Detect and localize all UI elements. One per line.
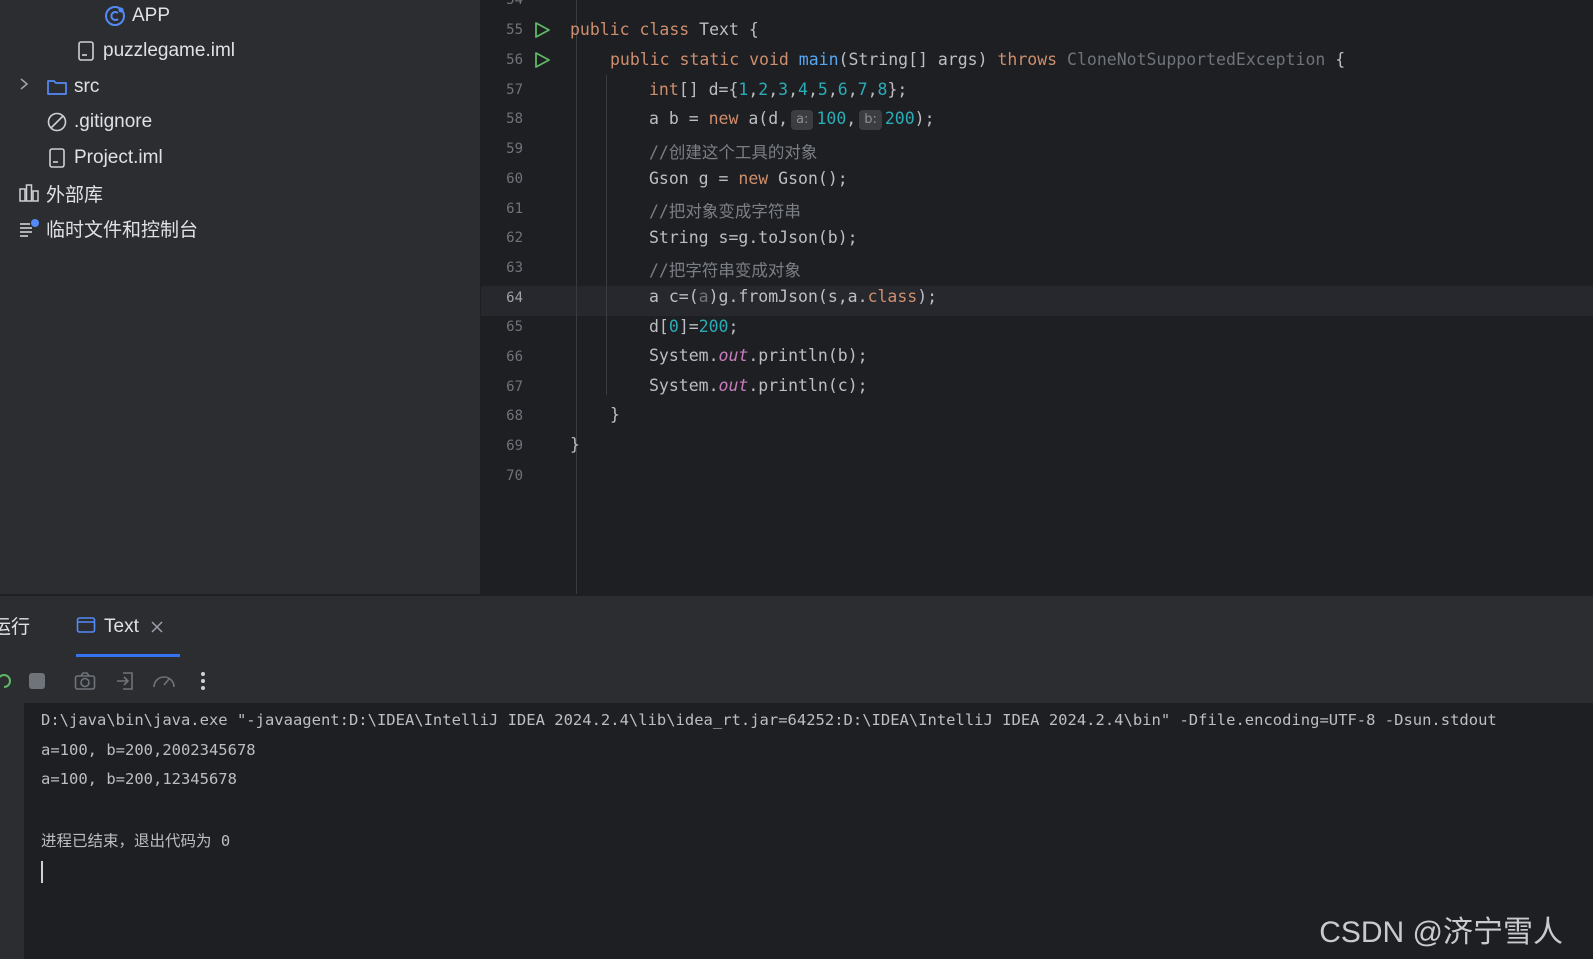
tab-active-indicator (76, 654, 180, 657)
code-line-64: a c=(a)g.fromJson(s,a.class); (649, 287, 938, 306)
line-number: 66 (506, 349, 523, 365)
line-number: 68 (506, 408, 523, 424)
tree-item-label: Project.iml (74, 147, 163, 168)
line-number-current: 64 (506, 290, 523, 306)
line-number: 62 (506, 230, 523, 246)
line-gutter: 54 55 56 57 58 59 60 61 62 63 64 65 66 6… (481, 0, 577, 594)
code-line-67: System.out.println(c); (649, 376, 868, 395)
console-icon (76, 616, 96, 639)
rerun-icon[interactable] (0, 669, 16, 693)
tree-item-src[interactable]: src (46, 71, 99, 103)
code-line-68: } (610, 405, 620, 424)
tree-item-label: 临时文件和控制台 (46, 219, 199, 241)
run-tab-bar: 运行 Text (0, 595, 1593, 658)
more-options-icon[interactable] (191, 669, 215, 693)
line-number: 60 (506, 171, 523, 187)
console-side-toolbar (0, 703, 24, 959)
tree-item-label: src (74, 76, 100, 97)
tree-item-label: APP (132, 5, 171, 26)
run-panel-title: 运行 (0, 617, 31, 638)
close-icon[interactable] (151, 617, 163, 638)
tree-item-label: puzzlegame.iml (103, 40, 235, 61)
console-line: a=100, b=200,2002345678 (41, 741, 256, 759)
chevron-right-icon[interactable] (18, 77, 30, 96)
camera-icon[interactable] (73, 669, 97, 693)
indent-guide (606, 75, 607, 395)
tab-text[interactable]: Text (76, 600, 180, 654)
tree-item-external-libraries[interactable]: 外部库 (18, 177, 103, 209)
code-line-63: //把字符串变成对象 (649, 261, 801, 280)
run-panel: 运行 Text D:\java\bin\java.exe "-javaagent… (0, 595, 1593, 959)
stop-icon[interactable] (25, 669, 49, 693)
code-line-69: } (570, 435, 580, 454)
line-number: 63 (506, 260, 523, 276)
line-number: 55 (506, 22, 523, 38)
line-number: 67 (506, 379, 523, 395)
code-line-61: //把对象变成字符串 (649, 202, 801, 221)
tree-item-app[interactable]: APP (104, 0, 170, 32)
line-number: 61 (506, 201, 523, 217)
line-number: 69 (506, 438, 523, 454)
code-line-65: d[0]=200; (649, 317, 739, 336)
run-class-icon[interactable] (533, 21, 551, 39)
line-number: 70 (506, 468, 523, 484)
project-tree: APP puzzlegame.iml src .gitignore Projec… (0, 0, 481, 594)
file-icon (75, 40, 97, 62)
current-line-highlight (481, 286, 1593, 316)
line-number: 57 (506, 82, 523, 98)
code-editor[interactable]: 54 55 56 57 58 59 60 61 62 63 64 65 66 6… (481, 0, 1593, 594)
profiler-icon[interactable] (152, 669, 176, 693)
folder-icon (46, 76, 68, 98)
line-number: 58 (506, 111, 523, 127)
line-number: 65 (506, 319, 523, 335)
text-cursor (41, 861, 43, 883)
tree-item-label: .gitignore (74, 111, 153, 132)
code-line-56: public static void main(String[] args) t… (610, 50, 1346, 69)
code-line-62: String s=g.toJson(b); (649, 228, 858, 247)
param-hint: a: (791, 110, 814, 130)
tree-item-label: 外部库 (46, 184, 104, 206)
scratches-icon (18, 217, 40, 239)
library-icon (18, 182, 40, 204)
param-hint: b: (859, 110, 882, 130)
tree-item-project-iml[interactable]: Project.iml (46, 142, 163, 174)
run-main-icon[interactable] (533, 51, 551, 69)
line-number: 59 (506, 141, 523, 157)
ignore-icon (46, 111, 68, 133)
code-line-57: int[] d={1,2,3,4,5,6,7,8}; (649, 80, 908, 99)
tree-item-puzzlegame-iml[interactable]: puzzlegame.iml (75, 35, 235, 67)
code-line-66: System.out.println(b); (649, 346, 868, 365)
class-run-icon (104, 5, 126, 27)
code-line-58: a b = new a(d, a: 100, b: 200); (649, 109, 935, 130)
tree-item-gitignore[interactable]: .gitignore (46, 106, 152, 138)
console-line: D:\java\bin\java.exe "-javaagent:D:\IDEA… (41, 711, 1497, 729)
watermark: CSDN @济宁雪人 (1319, 916, 1563, 949)
code-line-59: //创建这个工具的对象 (649, 143, 818, 162)
tree-item-scratches[interactable]: 临时文件和控制台 (18, 212, 198, 244)
file-icon (46, 147, 68, 169)
tab-label: Text (104, 616, 139, 637)
code-line-55: public class Text { (570, 20, 759, 39)
run-toolbar (0, 658, 1593, 703)
line-number: 56 (506, 52, 523, 68)
console-line: 进程已结束，退出代码为 0 (41, 832, 231, 850)
console-line: a=100, b=200,12345678 (41, 770, 237, 788)
line-number: 54 (506, 0, 523, 8)
code-line-60: Gson g = new Gson(); (649, 169, 848, 188)
login-icon[interactable] (113, 669, 137, 693)
